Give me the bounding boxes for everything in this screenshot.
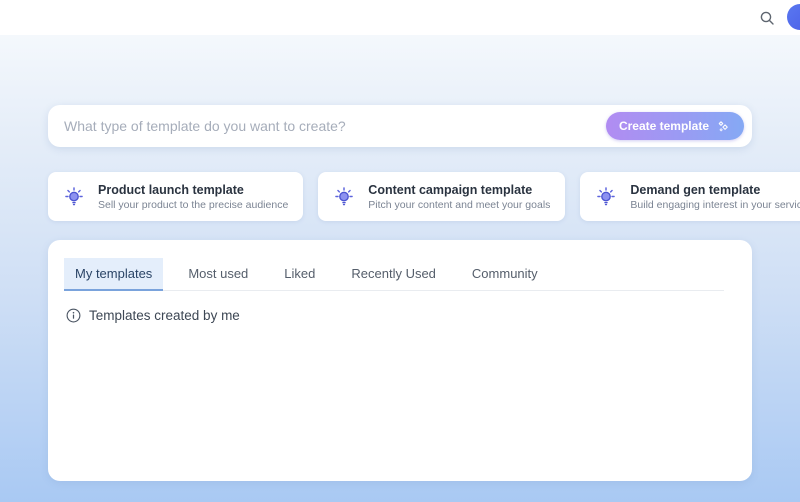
tab-recently-used[interactable]: Recently Used bbox=[340, 258, 447, 291]
lightbulb-icon bbox=[595, 186, 617, 208]
template-prompt-input[interactable] bbox=[64, 118, 606, 134]
card-title: Content campaign template bbox=[368, 183, 550, 197]
empty-state-message: Templates created by me bbox=[89, 308, 240, 323]
empty-state-row: Templates created by me bbox=[64, 308, 736, 323]
create-template-button[interactable]: Create template bbox=[606, 112, 744, 140]
lightbulb-icon bbox=[63, 186, 85, 208]
top-bar bbox=[0, 0, 800, 35]
card-subtitle: Sell your product to the precise audienc… bbox=[98, 199, 288, 211]
templates-panel: My templates Most used Liked Recently Us… bbox=[48, 240, 752, 481]
avatar[interactable] bbox=[787, 4, 800, 30]
card-subtitle: Build engaging interest in your services bbox=[630, 199, 800, 211]
card-demand-gen[interactable]: Demand gen template Build engaging inter… bbox=[580, 172, 800, 221]
tab-community[interactable]: Community bbox=[461, 258, 549, 291]
tab-my-templates[interactable]: My templates bbox=[64, 258, 163, 291]
card-text: Product launch template Sell your produc… bbox=[98, 183, 288, 211]
create-template-label: Create template bbox=[619, 119, 709, 133]
card-text: Demand gen template Build engaging inter… bbox=[630, 183, 800, 211]
sparkles-icon bbox=[716, 119, 731, 134]
template-prompt-bar: Create template bbox=[48, 105, 752, 147]
search-icon bbox=[759, 10, 775, 26]
template-creator-page: Create template bbox=[0, 0, 800, 502]
search-button[interactable] bbox=[756, 7, 778, 29]
card-title: Product launch template bbox=[98, 183, 288, 197]
tab-most-used[interactable]: Most used bbox=[177, 258, 259, 291]
main-content: Create template bbox=[0, 35, 800, 502]
card-content-campaign[interactable]: Content campaign template Pitch your con… bbox=[318, 172, 565, 221]
template-suggestions: Product launch template Sell your produc… bbox=[48, 172, 752, 221]
templates-tabs: My templates Most used Liked Recently Us… bbox=[64, 258, 724, 291]
tab-liked[interactable]: Liked bbox=[273, 258, 326, 291]
card-subtitle: Pitch your content and meet your goals bbox=[368, 199, 550, 211]
card-title: Demand gen template bbox=[630, 183, 800, 197]
lightbulb-icon bbox=[333, 186, 355, 208]
card-product-launch[interactable]: Product launch template Sell your produc… bbox=[48, 172, 303, 221]
card-text: Content campaign template Pitch your con… bbox=[368, 183, 550, 211]
info-icon bbox=[66, 308, 81, 323]
